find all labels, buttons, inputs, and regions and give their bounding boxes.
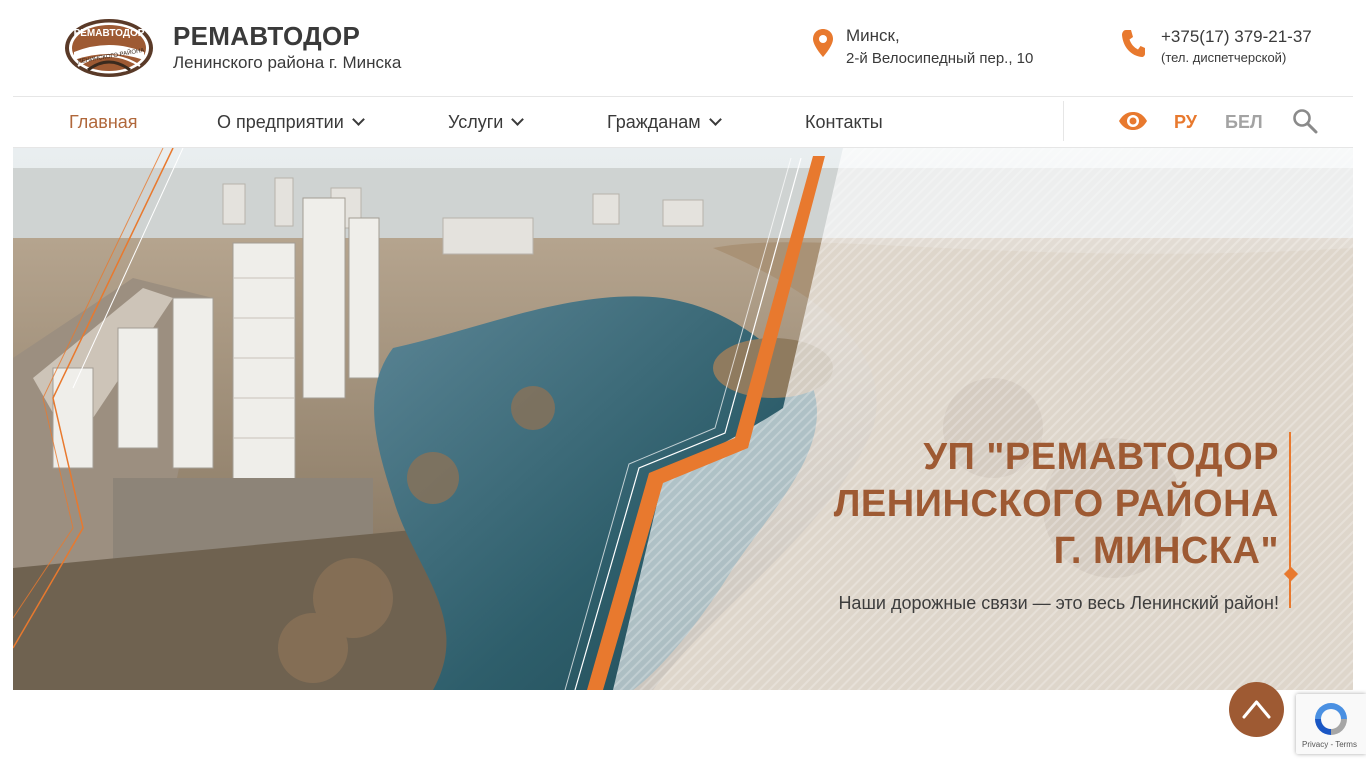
address-street: 2-й Велосипедный пер., 10 <box>846 50 1034 67</box>
phone-note: (тел. диспетчерской) <box>1161 50 1287 65</box>
nav-item-label: О предприятии <box>217 112 344 132</box>
phone-icon <box>1122 30 1145 57</box>
eye-icon[interactable] <box>1118 110 1148 132</box>
site-header: РЕМАВТОДОР ЛЕНИНСКОГО РАЙОНА РЕМАВТОДОР … <box>0 0 1366 96</box>
nav-item-citizens[interactable]: Гражданам <box>607 97 722 147</box>
chevron-down-icon <box>351 113 365 126</box>
nav-item-contacts[interactable]: Контакты <box>805 97 883 147</box>
chevron-down-icon <box>511 113 525 126</box>
hero-title-line3: Г. МИНСКА" <box>1053 530 1279 572</box>
chevron-down-icon <box>708 113 722 126</box>
company-logo[interactable]: РЕМАВТОДОР ЛЕНИНСКОГО РАЙОНА <box>64 18 154 78</box>
brand-title: РЕМАВТОДОР <box>173 21 361 51</box>
hero-title-line1: УП "РЕМАВТОДОР <box>923 436 1279 478</box>
nav-item-about[interactable]: О предприятии <box>217 97 365 147</box>
hero-banner: УП "РЕМАВТОДОР ЛЕНИНСКОГО РАЙОНА Г. МИНС… <box>13 148 1353 690</box>
brand-block[interactable]: РЕМАВТОДОР Ленинского района г. Минска <box>173 20 401 74</box>
nav-item-label: Гражданам <box>607 112 701 132</box>
nav-item-label: Услуги <box>448 112 504 132</box>
hero-text-block: УП "РЕМАВТОДОР ЛЕНИНСКОГО РАЙОНА Г. МИНС… <box>834 434 1279 615</box>
nav-item-label: Контакты <box>805 112 883 132</box>
scroll-top-button[interactable] <box>1229 682 1284 737</box>
hero-accent-line <box>1289 432 1291 608</box>
nav-item-label: Главная <box>69 112 138 132</box>
search-icon[interactable] <box>1292 108 1318 134</box>
page: РЕМАВТОДОР ЛЕНИНСКОГО РАЙОНА РЕМАВТОДОР … <box>0 0 1366 768</box>
recaptcha-links[interactable]: Privacy - Terms <box>1302 740 1357 749</box>
phone-block: +375(17) 379-21-37 (тел. диспетчерской) <box>1121 26 1312 68</box>
nav-divider <box>1063 101 1064 141</box>
arrow-up-icon <box>1242 700 1271 719</box>
phone-number[interactable]: +375(17) 379-21-37 <box>1161 26 1312 48</box>
logo-text-top: РЕМАВТОДОР <box>74 28 145 39</box>
hero-subtitle: Наши дорожные связи — это весь Ленинский… <box>838 593 1279 613</box>
recaptcha-badge[interactable]: Privacy - Terms <box>1296 694 1366 754</box>
lang-be[interactable]: БЕЛ <box>1225 97 1263 147</box>
nav-item-home[interactable]: Главная <box>69 97 138 147</box>
recaptcha-icon <box>1315 703 1347 735</box>
main-nav: Главная О предприятии Услуги Гражданам К… <box>13 96 1353 148</box>
address-city: Минск, <box>846 26 900 45</box>
lang-ru[interactable]: РУ <box>1174 97 1197 147</box>
brand-subtitle: Ленинского района г. Минска <box>173 53 402 72</box>
hero-title-line2: ЛЕНИНСКОГО РАЙОНА <box>833 483 1279 525</box>
address-block: Минск, 2-й Велосипедный пер., 10 <box>812 24 1033 70</box>
map-pin-icon <box>813 29 833 57</box>
nav-item-services[interactable]: Услуги <box>448 97 525 147</box>
